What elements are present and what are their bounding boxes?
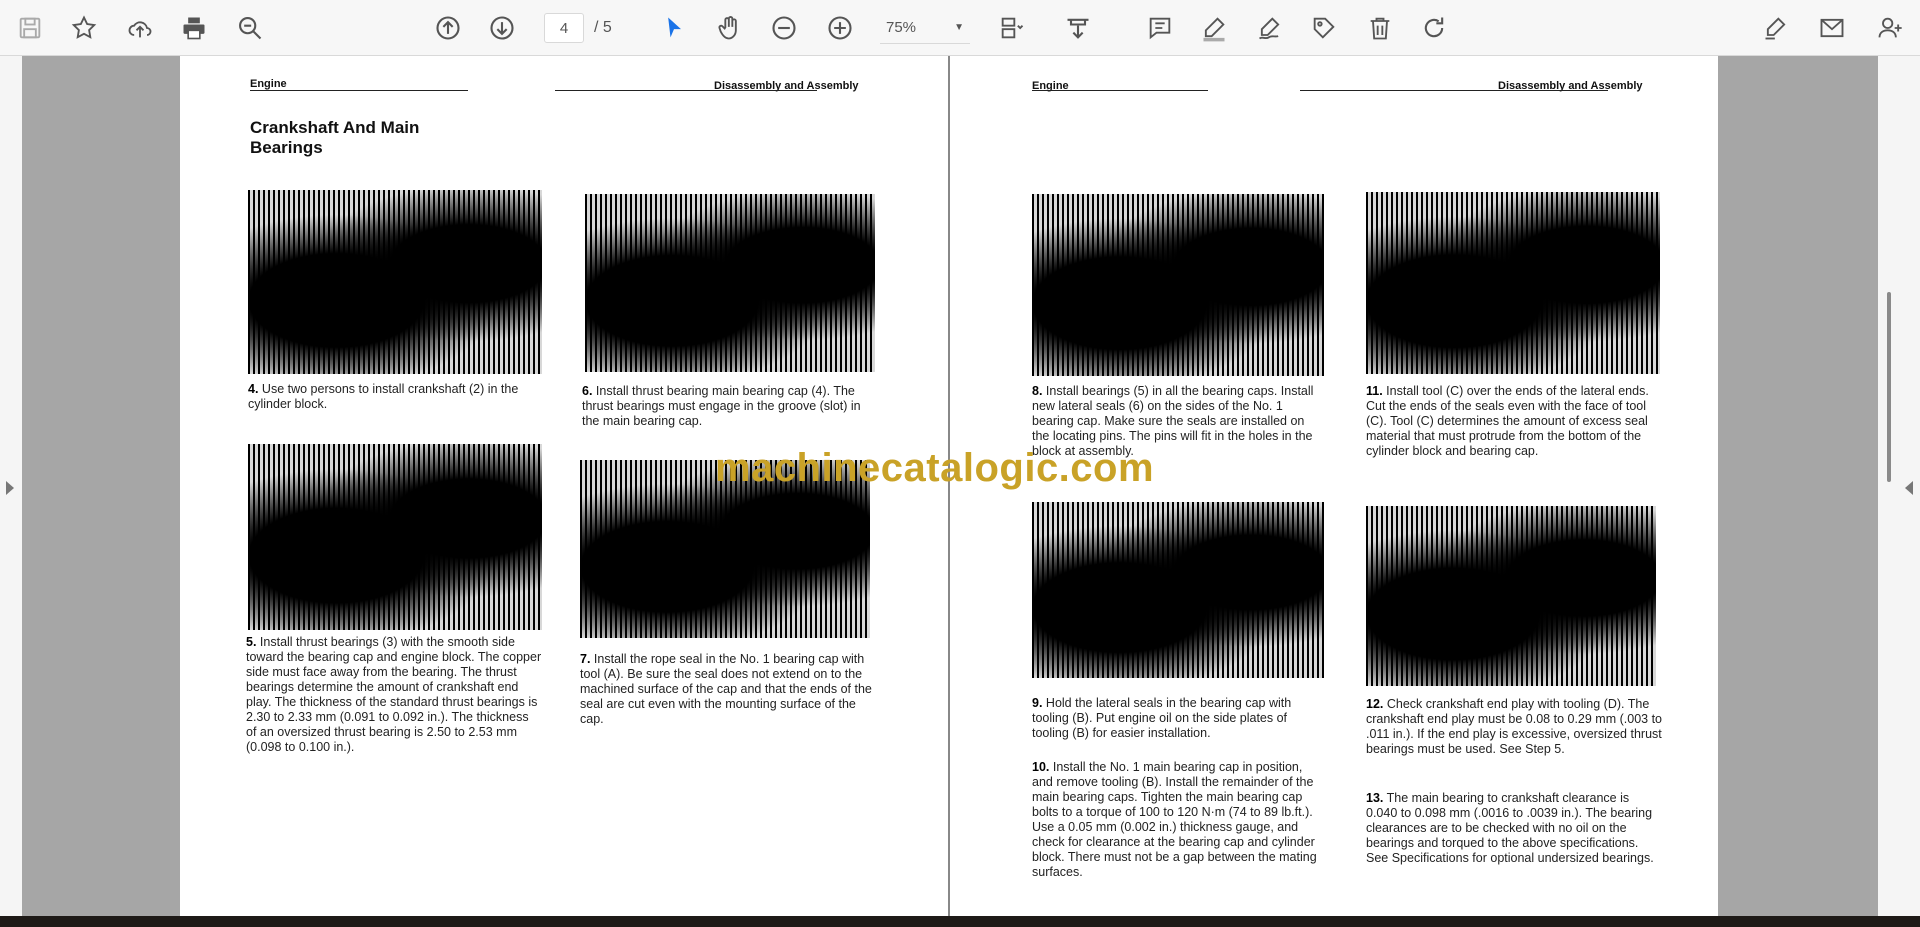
sign-pen-icon[interactable] bbox=[1252, 10, 1288, 46]
download-tray-icon[interactable] bbox=[1060, 10, 1096, 46]
page-number-input[interactable] bbox=[544, 13, 584, 43]
figure-thrust-bearings bbox=[248, 444, 542, 630]
zoom-value: 75% bbox=[886, 19, 917, 36]
zoom-in-icon[interactable] bbox=[822, 10, 858, 46]
page-navigator: / 5 bbox=[544, 12, 612, 44]
watermark-text: machinecatalogic.com bbox=[715, 446, 1155, 490]
caption-step-11: 11. Install tool (C) over the ends of th… bbox=[1366, 384, 1649, 458]
caption-step-12: 12. Check crankshaft end play with tooli… bbox=[1366, 697, 1662, 756]
caption-step-6: 6. Install thrust bearing main bearing c… bbox=[582, 384, 861, 428]
caption-step-9: 9. Hold the lateral seals in the bearing… bbox=[1032, 696, 1292, 740]
user-add-icon[interactable] bbox=[1872, 10, 1908, 46]
trash-icon[interactable] bbox=[1362, 10, 1398, 46]
zoom-out-icon[interactable] bbox=[766, 10, 802, 46]
header-rule bbox=[1300, 90, 1608, 91]
edit-share-icon[interactable] bbox=[1758, 10, 1794, 46]
caption-step-10: 10. Install the No. 1 main bearing cap i… bbox=[1032, 760, 1317, 879]
arrow-up-icon[interactable] bbox=[430, 10, 466, 46]
header-rule bbox=[555, 90, 817, 91]
redo-icon[interactable] bbox=[1416, 10, 1452, 46]
viewer-toolbar: / 5 75% ▼ bbox=[0, 0, 1920, 56]
mail-icon[interactable] bbox=[1814, 10, 1850, 46]
figure-crankshaft-install bbox=[248, 190, 542, 374]
highlight-pen-icon[interactable] bbox=[1196, 10, 1232, 46]
save-icon[interactable] bbox=[12, 10, 48, 46]
figure-tooling-d bbox=[1366, 506, 1656, 686]
caption-step-5: 5. Install thrust bearings (3) with the … bbox=[246, 635, 542, 754]
bottom-bar bbox=[0, 916, 1920, 927]
scrollbar-thumb[interactable] bbox=[1887, 292, 1891, 482]
sidebar-expand-right-icon[interactable] bbox=[1905, 481, 1913, 495]
caption-step-7: 7. Install the rope seal in the No. 1 be… bbox=[580, 652, 872, 726]
zoom-select[interactable]: 75% ▼ bbox=[880, 12, 970, 44]
star-icon[interactable] bbox=[66, 10, 102, 46]
page-total: / 5 bbox=[594, 19, 612, 36]
hand-icon[interactable] bbox=[712, 10, 748, 46]
sidebar-expand-left-icon[interactable] bbox=[6, 481, 14, 495]
viewer-margin-left bbox=[22, 56, 180, 916]
caption-step-4: 4. Use two persons to install crankshaft… bbox=[248, 382, 519, 411]
right-sidebar-collapsed bbox=[1878, 56, 1920, 927]
search-zoom-icon[interactable] bbox=[232, 10, 268, 46]
print-icon[interactable] bbox=[176, 10, 212, 46]
caption-step-13: 13. The main bearing to crankshaft clear… bbox=[1366, 791, 1654, 865]
figure-tooling-b bbox=[1032, 502, 1324, 678]
figure-tool-c bbox=[1366, 192, 1660, 374]
page-fit-icon[interactable] bbox=[994, 10, 1030, 46]
section-title: Crankshaft And Main Bearings bbox=[250, 118, 420, 157]
arrow-down-icon[interactable] bbox=[484, 10, 520, 46]
document-viewer[interactable]: Engine Disassembly and Assembly Cranksha… bbox=[0, 56, 1920, 927]
tag-edit-icon[interactable] bbox=[1306, 10, 1342, 46]
header-rule bbox=[250, 90, 468, 91]
select-cursor-icon[interactable] bbox=[656, 10, 692, 46]
chevron-down-icon: ▼ bbox=[954, 22, 964, 33]
figure-thrust-bearing-cap bbox=[585, 194, 875, 372]
running-header-left: Engine bbox=[250, 78, 287, 90]
comment-icon[interactable] bbox=[1142, 10, 1178, 46]
header-rule bbox=[1032, 90, 1208, 91]
viewer-margin-right bbox=[1718, 56, 1878, 916]
figure-bearing-seals bbox=[1032, 194, 1324, 376]
upload-cloud-icon[interactable] bbox=[122, 10, 158, 46]
